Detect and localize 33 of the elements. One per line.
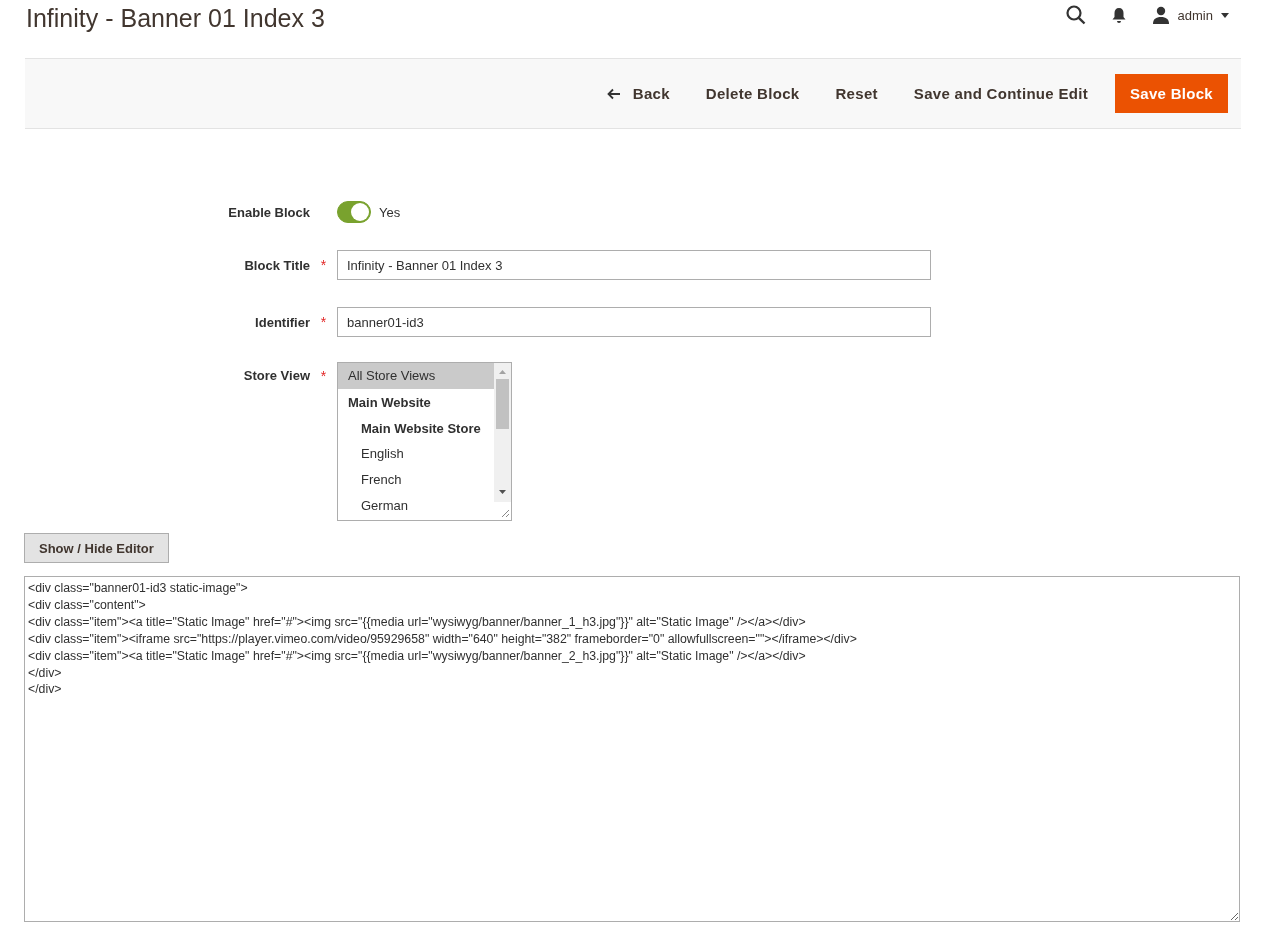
scrollbar[interactable] [494,363,511,520]
search-icon[interactable] [1065,5,1086,25]
required-mark: * [319,257,328,273]
arrow-left-icon [606,87,621,100]
user-icon [1151,6,1170,24]
store-view-option[interactable]: English [351,441,494,467]
store-view-option[interactable]: Main Website Store [351,415,494,441]
bell-icon[interactable] [1111,7,1126,23]
required-mark: * [319,368,328,384]
field-label: Enable Block [227,204,310,220]
text-field[interactable]: Infinity - Banner 01 Index 3 [337,250,931,280]
content-editor-field[interactable]: <div class="banner01-id3 static-image"> <div class="content"> <div class="item"><a title="Static Image" href="#"><img src="{{media url="wysiwyg/banner/banner_1_h3.jpg"}}" alt="Static Image" /></a></div> <div class="item"><iframe src="https://player.vimeo.com/video/95929658" width="640" height="382" frameborder="0" allowfullscreen=""></iframe></div> <div class="item"><a title="Static Image" href="#"><img src="{{media url="wysiwyg/banner/banner_2_h3.jpg"}}" alt="Static Image" /></a></div> </div> </div> [24,576,1240,922]
page-title: Infinity - Banner 01 Index 3 [26,4,325,33]
user-menu[interactable]: admin [1151,6,1229,24]
store-view-option[interactable]: Main Website [338,389,494,415]
store-view-option[interactable]: German [351,493,494,519]
save-button[interactable]: Save Block [1114,74,1228,113]
store-view-list[interactable]: All Store Views Main Website Main Website Store English French German [337,362,512,521]
text-field[interactable]: banner01-id3 [337,307,931,337]
store-view-option[interactable]: All Store Views [338,363,494,389]
back-button[interactable]: Back [591,74,685,113]
store-view-option[interactable]: French [351,467,494,493]
toggle-value: Yes [379,204,401,220]
required-mark: * [319,314,328,330]
toolbar-button[interactable]: Reset [820,74,893,113]
field-label: Store View [242,368,310,383]
field-label: Identifier [254,314,310,330]
show-hide-editor-button[interactable]: Show / Hide Editor [24,533,169,563]
caret-icon [1221,12,1229,18]
toggle-switch[interactable] [337,201,371,223]
toolbar-button[interactable]: Save and Continue Edit [898,74,1103,113]
field-label: Block Title [243,257,310,273]
toolbar-button[interactable]: Delete Block [690,74,815,113]
